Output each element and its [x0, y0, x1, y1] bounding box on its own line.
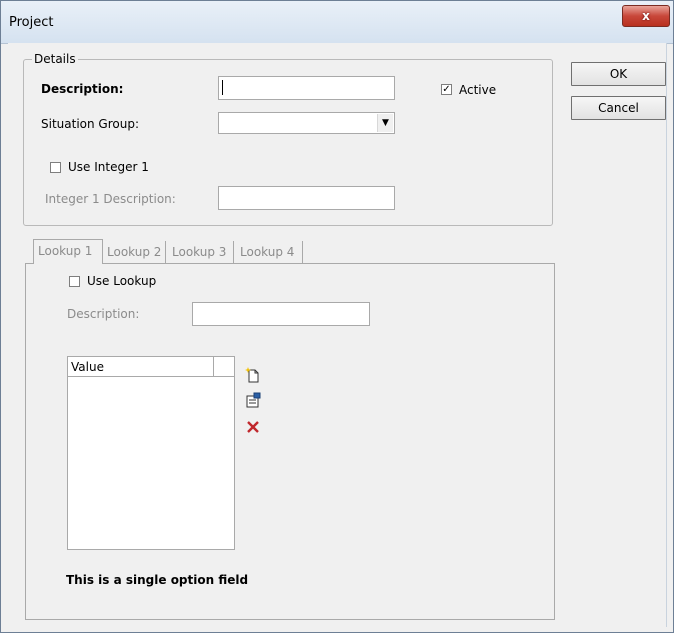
cancel-button[interactable]: Cancel	[571, 96, 666, 120]
use-integer-checkbox[interactable]	[50, 162, 61, 173]
integer-description-label: Integer 1 Description:	[45, 192, 176, 206]
active-checkbox[interactable]: ✓	[441, 84, 452, 95]
window-title: Project	[9, 15, 54, 30]
use-lookup-label: Use Lookup	[87, 274, 157, 288]
new-item-icon[interactable]	[244, 366, 262, 384]
text-caret	[222, 80, 223, 95]
dropdown-button[interactable]: ▼	[377, 114, 393, 132]
details-group-label: Details	[32, 52, 78, 66]
value-list[interactable]: Value	[67, 356, 235, 550]
tab-lookup-1[interactable]: Lookup 1	[33, 239, 103, 264]
checkmark-icon: ✓	[442, 84, 451, 95]
use-lookup-checkbox[interactable]	[69, 276, 80, 287]
active-label: Active	[459, 83, 497, 97]
integer-description-input[interactable]	[218, 186, 395, 210]
single-option-note: This is a single option field	[66, 573, 249, 587]
use-integer-label: Use Integer 1	[68, 160, 149, 174]
properties-icon[interactable]	[244, 391, 262, 409]
description-input[interactable]	[218, 76, 395, 100]
lookup-description-input[interactable]	[192, 302, 370, 326]
column-divider[interactable]	[213, 357, 214, 376]
chevron-down-icon: ▼	[382, 118, 389, 128]
close-button[interactable]: x	[622, 5, 670, 27]
delete-icon[interactable]	[244, 418, 262, 436]
close-icon: x	[642, 9, 650, 23]
list-header: Value	[68, 357, 234, 377]
tab-lookup-4[interactable]: Lookup 4	[236, 241, 303, 263]
ok-button[interactable]: OK	[571, 62, 666, 86]
situation-group-label: Situation Group:	[41, 117, 139, 131]
value-column-header[interactable]: Value	[71, 360, 104, 374]
tab-lookup-2[interactable]: Lookup 2	[103, 241, 166, 263]
situation-group-select[interactable]: ▼	[218, 112, 395, 134]
title-bar[interactable]: Project x	[1, 1, 673, 44]
description-label: Description:	[41, 82, 124, 96]
tab-lookup-3[interactable]: Lookup 3	[168, 241, 234, 263]
lookup-description-label: Description:	[67, 307, 140, 321]
